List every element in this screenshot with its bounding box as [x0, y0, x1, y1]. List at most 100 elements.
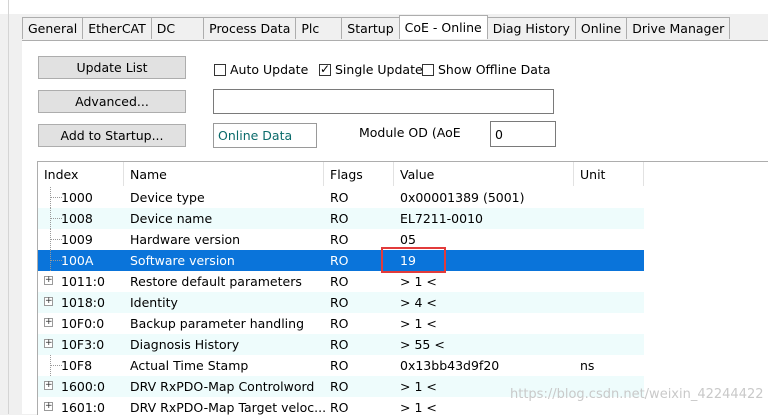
cell-name: Backup parameter handling: [130, 316, 304, 331]
table-row[interactable]: 1008 Device name RO EL7211-0010: [38, 208, 644, 229]
table-row[interactable]: +1011:0 Restore default parameters RO > 1 <: [38, 271, 644, 292]
cell-value: > 4 <: [400, 295, 437, 310]
table-row[interactable]: 100A Software version RO 19: [38, 250, 644, 271]
cell-index: 1000: [61, 190, 93, 205]
cell-index: 100A: [61, 253, 94, 268]
cell-index: 1601:0: [61, 400, 105, 415]
expand-icon[interactable]: +: [41, 334, 63, 355]
auto-update-box[interactable]: [214, 63, 226, 76]
cell-value: > 1 <: [400, 400, 437, 415]
advanced-button[interactable]: Advanced...: [38, 90, 186, 113]
expand-icon[interactable]: +: [41, 271, 63, 292]
column-value[interactable]: Value: [394, 162, 574, 186]
cell-unit: ns: [580, 358, 595, 373]
cell-flags: RO: [330, 190, 349, 205]
show-offline-checkbox[interactable]: Show Offline Data: [422, 62, 551, 77]
cell-name: Restore default parameters: [130, 274, 302, 289]
tab-bar: General EtherCAT DC Process Data Plc Sta…: [22, 15, 731, 40]
single-update-box[interactable]: [319, 62, 331, 76]
cell-index: 1009: [61, 232, 93, 247]
tab-plc[interactable]: Plc: [295, 17, 343, 39]
table-header: Index Name Flags Value Unit: [38, 162, 768, 186]
cell-value: > 1 <: [400, 274, 437, 289]
cell-value: 0x00001389 (5001): [400, 190, 525, 205]
tab-drive-manager[interactable]: Drive Manager: [626, 17, 731, 39]
tab-ethercat[interactable]: EtherCAT: [82, 17, 152, 39]
cell-index: 10F0:0: [61, 316, 105, 331]
value-highlight-box: [381, 247, 446, 273]
cell-value: EL7211-0010: [400, 211, 483, 226]
single-update-label: Single Update: [335, 62, 423, 77]
module-od-label: Module OD (AoE: [359, 125, 461, 140]
cell-name: Hardware version: [130, 232, 241, 247]
cell-flags: RO: [330, 337, 349, 352]
window-top-strip: [0, 0, 768, 414]
cell-flags: RO: [330, 211, 349, 226]
tab-general[interactable]: General: [22, 17, 84, 39]
watermark-text: https://blog.csdn.net/weixin_42244422: [510, 387, 764, 402]
table-row[interactable]: +10F0:0 Backup parameter handling RO > 1 <: [38, 313, 644, 334]
cell-value: 0x13bb43d9f20: [400, 358, 500, 373]
show-offline-label: Show Offline Data: [438, 62, 551, 77]
show-offline-box[interactable]: [422, 63, 434, 76]
tree-line-icon: [41, 355, 63, 376]
column-unit[interactable]: Unit: [574, 162, 644, 186]
column-flags[interactable]: Flags: [324, 162, 394, 186]
coe-object-table[interactable]: Index Name Flags Value Unit 1000 Device t…: [37, 161, 768, 415]
cell-index: 1600:0: [61, 379, 105, 394]
column-index[interactable]: Index: [38, 162, 124, 186]
tab-dc[interactable]: DC: [150, 17, 205, 39]
table-row[interactable]: +10F3:0 Diagnosis History RO > 55 <: [38, 334, 644, 355]
cell-flags: RO: [330, 379, 349, 394]
tab-coe-online[interactable]: CoE - Online: [398, 15, 488, 39]
cell-flags: RO: [330, 232, 349, 247]
tab-online[interactable]: Online: [574, 17, 628, 39]
tree-line-icon: [41, 208, 63, 229]
cell-index: 10F3:0: [61, 337, 105, 352]
table-row[interactable]: 10F8 Actual Time Stamp RO 0x13bb43d9f20 ns: [38, 355, 644, 376]
table-row[interactable]: 1009 Hardware version RO 05: [38, 229, 644, 250]
cell-value: > 1 <: [400, 316, 437, 331]
column-name[interactable]: Name: [124, 162, 324, 186]
cell-flags: RO: [330, 316, 349, 331]
cell-flags: RO: [330, 253, 349, 268]
cell-name: Identity: [130, 295, 178, 310]
filter-input[interactable]: [213, 89, 554, 114]
cell-name: Device name: [130, 211, 213, 226]
cell-name: DRV RxPDO-Map Target veloc...: [130, 400, 327, 415]
expand-icon[interactable]: +: [41, 313, 63, 334]
cell-index: 1011:0: [61, 274, 105, 289]
tab-process-data[interactable]: Process Data: [203, 17, 297, 39]
cell-flags: RO: [330, 358, 349, 373]
table-row[interactable]: +1018:0 Identity RO > 4 <: [38, 292, 644, 313]
cell-index: 10F8: [61, 358, 93, 373]
cell-name: Software version: [130, 253, 235, 268]
cell-name: Device type: [130, 190, 205, 205]
online-data-field: Online Data: [213, 123, 317, 148]
cell-flags: RO: [330, 400, 349, 415]
tree-line-icon: [41, 250, 63, 271]
single-update-checkbox[interactable]: Single Update: [319, 62, 423, 77]
update-list-button[interactable]: Update List: [38, 56, 186, 79]
cell-flags: RO: [330, 295, 349, 310]
cell-flags: RO: [330, 274, 349, 289]
expand-icon[interactable]: +: [41, 292, 63, 313]
table-row[interactable]: 1000 Device type RO 0x00001389 (5001): [38, 187, 644, 208]
auto-update-label: Auto Update: [230, 62, 309, 77]
expand-icon[interactable]: +: [41, 397, 63, 415]
tab-diag-history[interactable]: Diag History: [486, 17, 576, 39]
add-to-startup-button[interactable]: Add to Startup...: [38, 124, 186, 147]
tree-line-icon: [41, 229, 63, 250]
cell-value: > 1 <: [400, 379, 437, 394]
module-od-input[interactable]: 0: [490, 121, 556, 147]
tab-startup[interactable]: Startup: [341, 17, 400, 39]
tree-line-icon: [41, 187, 63, 208]
cell-index: 1018:0: [61, 295, 105, 310]
cell-value: > 55 <: [400, 337, 445, 352]
cell-name: Actual Time Stamp: [130, 358, 249, 373]
expand-icon[interactable]: +: [41, 376, 63, 397]
auto-update-checkbox[interactable]: Auto Update: [214, 62, 308, 77]
cell-index: 1008: [61, 211, 93, 226]
cell-name: DRV RxPDO-Map Controlword: [130, 379, 315, 394]
cell-name: Diagnosis History: [130, 337, 240, 352]
